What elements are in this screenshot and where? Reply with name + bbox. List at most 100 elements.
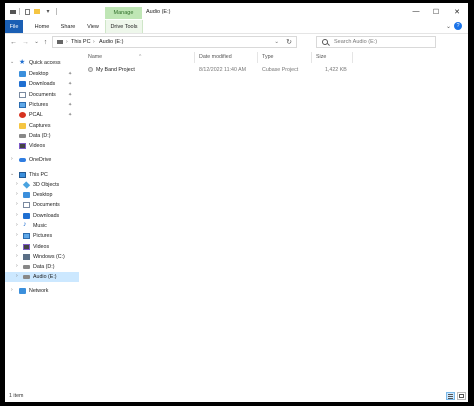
- up-button[interactable]: ↑: [41, 37, 50, 47]
- nav-item-captures[interactable]: Captures: [5, 121, 79, 131]
- nav-item-desktop[interactable]: › Desktop: [5, 190, 79, 200]
- expand-ribbon-icon[interactable]: ⌄: [446, 23, 451, 30]
- tab-file[interactable]: File: [5, 20, 23, 33]
- nav-label: 3D Objects: [33, 182, 60, 188]
- pin-icon: ✦: [68, 112, 73, 118]
- column-header-date-modified[interactable]: Date modified: [195, 52, 257, 63]
- collapsed-chevron-icon[interactable]: ›: [16, 273, 18, 279]
- collapsed-chevron-icon[interactable]: ›: [16, 253, 18, 259]
- nav-onedrive[interactable]: › OneDrive: [5, 155, 79, 165]
- address-dropdown-icon[interactable]: ⌄: [274, 39, 279, 45]
- nav-network[interactable]: › Network: [5, 286, 79, 296]
- collapsed-chevron-icon[interactable]: ›: [16, 232, 18, 238]
- drive-icon: [57, 40, 63, 44]
- column-header-name[interactable]: ^ Name: [82, 52, 194, 63]
- nav-item-downloads[interactable]: Downloads ✦: [5, 79, 79, 89]
- folder-icon: [19, 123, 26, 129]
- tab-home[interactable]: Home: [32, 20, 52, 33]
- nav-item-documents[interactable]: Documents ✦: [5, 90, 79, 100]
- nav-label: Downloads: [33, 213, 60, 219]
- navigation-pane[interactable]: ⌄ ★ Quick access Desktop ✦ Downloads ✦ D…: [5, 52, 79, 387]
- nav-item-pictures[interactable]: › Pictures: [5, 231, 79, 241]
- collapsed-chevron-icon[interactable]: ›: [16, 191, 18, 197]
- close-button[interactable]: ✕: [450, 7, 464, 16]
- nav-item-audio-e[interactable]: › Audio (E:): [5, 272, 79, 282]
- new-folder-icon[interactable]: [33, 7, 41, 16]
- nav-this-pc[interactable]: ⌄ This PC: [5, 170, 79, 180]
- expanded-chevron-icon[interactable]: ⌄: [10, 171, 14, 177]
- tab-drive-tools[interactable]: Drive Tools: [105, 20, 143, 33]
- nav-label: Data (D:): [29, 133, 51, 139]
- collapsed-chevron-icon[interactable]: ›: [16, 201, 18, 207]
- videos-icon: [19, 143, 26, 149]
- expanded-chevron-icon[interactable]: ⌄: [10, 59, 14, 65]
- column-divider[interactable]: [352, 52, 353, 63]
- nav-item-downloads[interactable]: › Downloads: [5, 211, 79, 221]
- column-header-size[interactable]: Size: [312, 52, 352, 63]
- pin-icon: ✦: [68, 71, 73, 77]
- nav-item-music[interactable]: › ♪ Music: [5, 221, 79, 231]
- table-row[interactable]: My Band Project 8/12/2022 11:40 AM Cubas…: [82, 65, 352, 75]
- breadcrumb-separator: ›: [66, 39, 68, 45]
- address-bar[interactable]: › This PC › Audio (E:) ⌄ ↻: [52, 36, 297, 48]
- downloads-icon: [23, 213, 30, 219]
- file-size: 1,422 KB: [325, 67, 347, 73]
- windows-drive-icon: [23, 254, 30, 260]
- nav-item-desktop[interactable]: Desktop ✦: [5, 69, 79, 79]
- app-icon: [19, 112, 26, 118]
- nav-label: Desktop: [33, 192, 53, 198]
- refresh-icon[interactable]: ↻: [286, 38, 292, 46]
- music-icon: ♪: [23, 221, 27, 228]
- breadcrumb-this-pc[interactable]: This PC: [71, 39, 91, 45]
- tab-view[interactable]: View: [84, 20, 102, 33]
- nav-item-windows-c[interactable]: › Windows (C:): [5, 252, 79, 262]
- explorer-app-icon[interactable]: [9, 7, 16, 16]
- column-label: Size: [316, 54, 327, 60]
- nav-item-documents[interactable]: › Documents: [5, 200, 79, 210]
- help-icon[interactable]: ?: [454, 22, 462, 30]
- documents-icon: [19, 92, 26, 98]
- minimize-button[interactable]: —: [409, 7, 423, 16]
- recent-locations-button[interactable]: ⌄: [32, 37, 41, 47]
- nav-item-pictures[interactable]: Pictures ✦: [5, 100, 79, 110]
- nav-item-data-d[interactable]: › Data (D:): [5, 262, 79, 272]
- tab-share[interactable]: Share: [58, 20, 78, 33]
- nav-label: PCAL: [29, 112, 43, 118]
- maximize-button[interactable]: ☐: [429, 7, 443, 16]
- nav-item-3d-objects[interactable]: › 3D Objects: [5, 180, 79, 190]
- manage-tab[interactable]: Manage: [105, 7, 142, 19]
- file-list[interactable]: ^ Name Date modified Type Size My Band P…: [82, 52, 468, 387]
- large-icons-view-icon[interactable]: [457, 392, 466, 400]
- collapsed-chevron-icon[interactable]: ›: [11, 287, 13, 293]
- details-view-icon[interactable]: [446, 392, 455, 400]
- nav-label: Data (D:): [33, 264, 55, 270]
- customize-toolbar-dropdown[interactable]: ▾: [45, 7, 51, 16]
- cubase-project-icon: [88, 67, 93, 72]
- cube-icon: [22, 181, 31, 189]
- back-button[interactable]: ←: [9, 37, 18, 47]
- nav-label: Downloads: [29, 81, 56, 87]
- nav-item-pcal[interactable]: PCAL ✦: [5, 110, 79, 120]
- nav-quick-access[interactable]: ⌄ ★ Quick access: [5, 58, 79, 68]
- nav-item-videos[interactable]: Videos: [5, 141, 79, 151]
- nav-label: Audio (E:): [33, 274, 57, 280]
- nav-label: Captures: [29, 123, 51, 129]
- collapsed-chevron-icon[interactable]: ›: [16, 243, 18, 249]
- file-type: Cubase Project: [262, 67, 299, 73]
- collapsed-chevron-icon[interactable]: ›: [16, 212, 18, 218]
- desktop-icon: [19, 71, 26, 77]
- collapsed-chevron-icon[interactable]: ›: [16, 181, 18, 187]
- forward-button[interactable]: →: [21, 37, 30, 47]
- documents-icon: [23, 202, 30, 208]
- properties-icon[interactable]: [23, 7, 31, 16]
- column-header-type[interactable]: Type: [258, 52, 311, 63]
- drive-icon: [19, 134, 26, 138]
- videos-icon: [23, 244, 30, 250]
- collapsed-chevron-icon[interactable]: ›: [11, 156, 13, 162]
- collapsed-chevron-icon[interactable]: ›: [16, 222, 18, 228]
- search-input[interactable]: Search Audio (E:): [316, 36, 436, 48]
- collapsed-chevron-icon[interactable]: ›: [16, 263, 18, 269]
- nav-item-videos[interactable]: › Videos: [5, 242, 79, 252]
- nav-item-data-d[interactable]: Data (D:): [5, 131, 79, 141]
- breadcrumb-audio-e[interactable]: Audio (E:): [99, 39, 123, 45]
